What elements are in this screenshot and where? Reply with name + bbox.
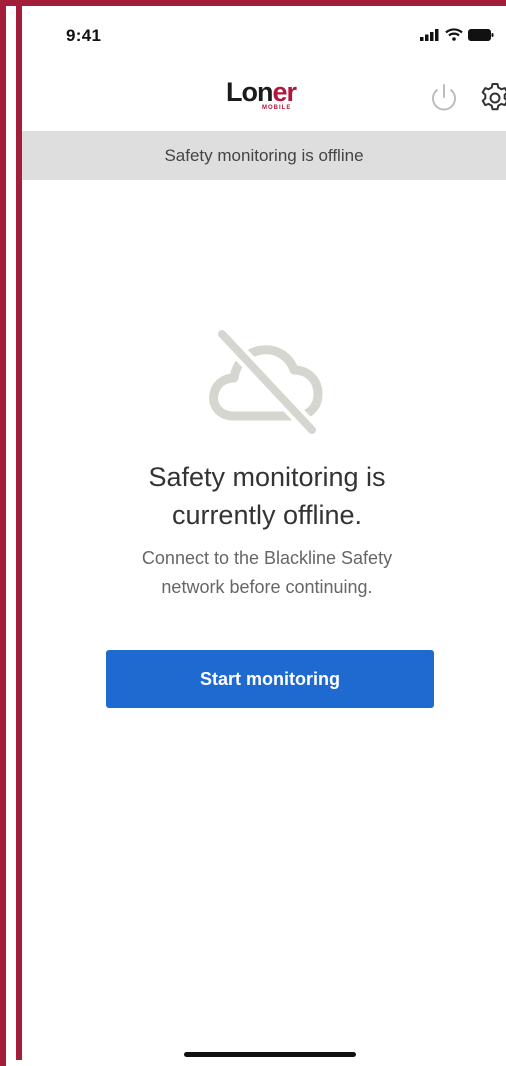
phone-screen: 9:41 Loner MOBILE Safety monitoring is o… <box>16 6 506 1060</box>
logo-accent: er <box>272 77 297 107</box>
offline-banner: Safety monitoring is offline <box>22 131 506 180</box>
subtext-line-1: Connect to the Blackline Safety <box>141 548 393 568</box>
offline-banner-text: Safety monitoring is offline <box>164 145 364 165</box>
home-indicator[interactable] <box>184 1052 356 1057</box>
status-bar: 9:41 <box>22 6 506 66</box>
gear-icon[interactable] <box>477 80 506 116</box>
offline-subtext: Connect to the Blackline Safety network … <box>62 544 472 602</box>
wifi-icon <box>445 28 463 41</box>
start-monitoring-button[interactable]: Start monitoring <box>106 650 434 708</box>
cloud-offline-icon <box>209 328 323 434</box>
signal-icon <box>420 28 439 41</box>
loner-logo: Loner MOBILE <box>226 78 316 118</box>
status-icons <box>420 28 494 41</box>
status-time: 9:41 <box>66 26 102 45</box>
offline-headline: Safety monitoring is currently offline. <box>62 458 472 534</box>
logo-main: Lon <box>226 77 273 107</box>
logo-wordmark: Loner <box>226 78 316 106</box>
headline-line-2: currently offline. <box>171 500 363 530</box>
app-header: Loner MOBILE <box>22 66 506 128</box>
power-icon[interactable] <box>426 80 462 116</box>
logo-sub: MOBILE <box>262 105 292 111</box>
subtext-line-2: network before continuing. <box>161 577 373 597</box>
headline-line-1: Safety monitoring is <box>148 462 386 492</box>
battery-icon <box>468 28 494 41</box>
